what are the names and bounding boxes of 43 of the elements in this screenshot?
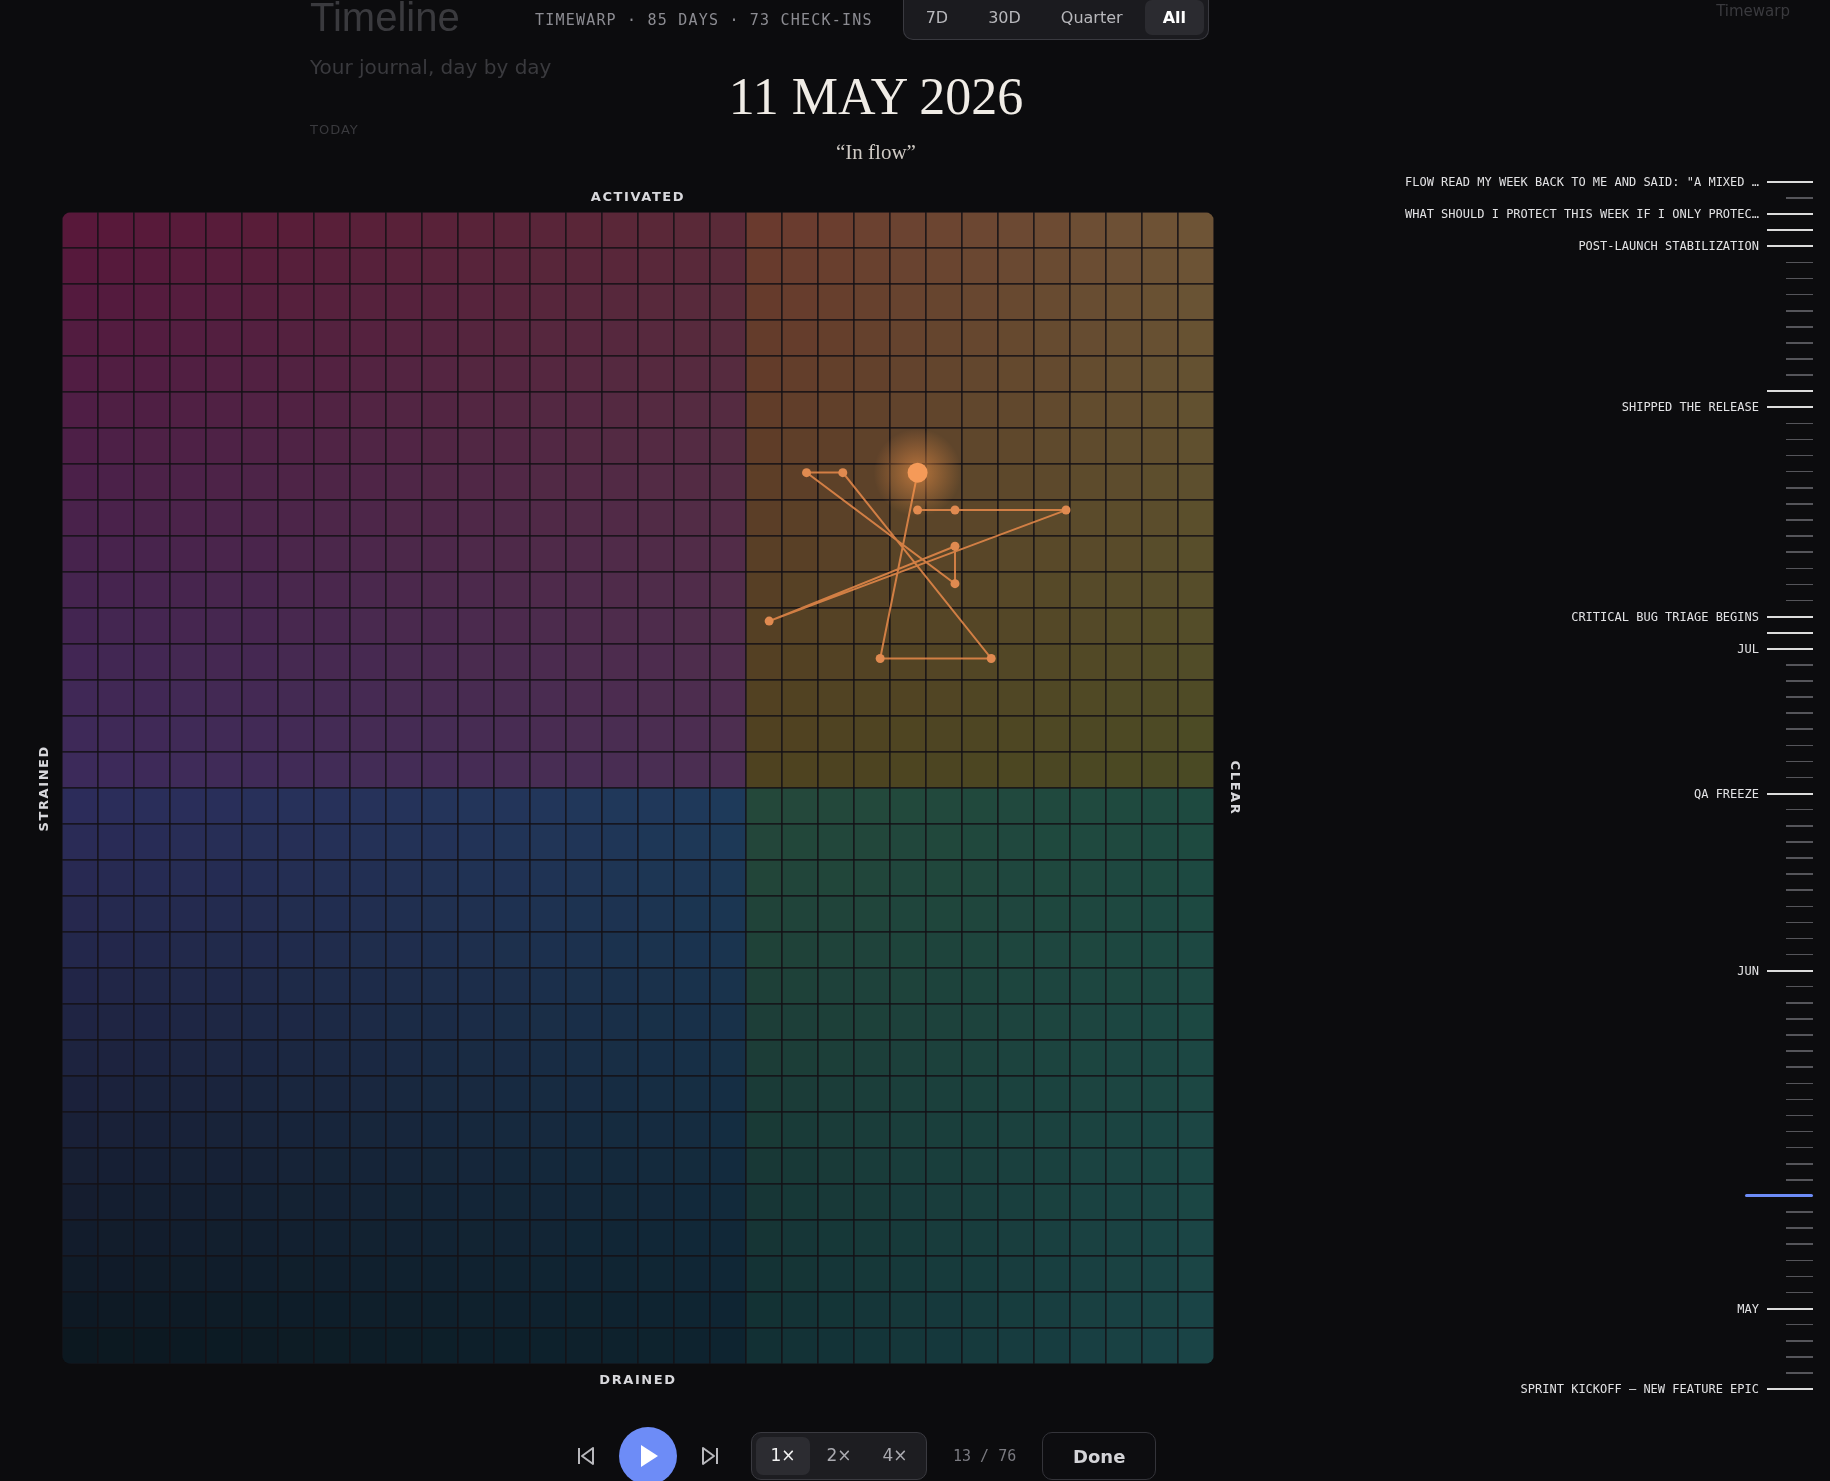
timeline-tick[interactable] <box>1767 229 1813 232</box>
stats-summary: TIMEWARP · 85 DAYS · 73 CHECK-INS <box>535 9 873 31</box>
axis-label: ACTIVATED <box>589 188 687 206</box>
timeline-tick[interactable] <box>1767 1388 1813 1391</box>
axis-label: CLEAR <box>1227 760 1245 816</box>
range-tab[interactable]: All <box>1144 0 1204 35</box>
timeline-label: JUL <box>1737 641 1759 656</box>
timeline-label: QA FREEZE <box>1693 786 1759 801</box>
timeline-label: WHAT SHOULD I PROTECT THIS WEEK IF I ONLY PROTEC… <box>1405 207 1759 222</box>
timeline-tick[interactable] <box>1767 181 1813 184</box>
axis-label: DRAINED <box>598 1371 678 1389</box>
timeline-tick[interactable] <box>1767 213 1813 216</box>
timeline-label: SHIPPED THE RELEASE <box>1621 400 1759 415</box>
timeline-tick[interactable] <box>1767 631 1813 634</box>
axis-label: STRAINED <box>35 744 52 832</box>
range-tab[interactable]: 30D <box>970 0 1039 35</box>
timeline-label: CRITICAL BUG TRIAGE BEGINS <box>1571 609 1759 624</box>
skip-back-icon[interactable] <box>575 1445 597 1467</box>
timeline-label: JUN <box>1737 963 1759 978</box>
skip-forward-icon[interactable] <box>699 1445 721 1467</box>
timeline-label: MAY <box>1737 1301 1759 1316</box>
done-button[interactable]: Done <box>1042 1432 1157 1480</box>
timeline-tick[interactable] <box>1767 245 1813 248</box>
timeline-tick[interactable] <box>1767 792 1813 795</box>
speed-option[interactable]: 2× <box>812 1437 866 1475</box>
play-button[interactable] <box>619 1427 677 1481</box>
timeline-tick[interactable] <box>1767 406 1813 409</box>
entry-counter: 13 / 76 <box>953 1445 1017 1467</box>
timeline-tick[interactable] <box>1767 615 1813 618</box>
speed-option[interactable]: 4× <box>868 1437 922 1475</box>
range-tab[interactable]: 7D <box>907 0 967 35</box>
mood-quote: “In flow” <box>836 139 916 166</box>
date-title: 11 MAY 2026 <box>728 68 1024 126</box>
current-position-marker[interactable] <box>1745 1194 1813 1198</box>
timeline-tick[interactable] <box>1767 969 1813 972</box>
timeline-label: POST-LAUNCH STABILIZATION <box>1578 239 1759 254</box>
timeline-label: FLOW READ MY WEEK BACK TO ME AND SAID: "A MIXED … <box>1405 175 1759 190</box>
timeline-tick[interactable] <box>1767 647 1813 650</box>
range-tab[interactable]: Quarter <box>1042 0 1141 35</box>
timeline-label: SPRINT KICKOFF — NEW FEATURE EPIC <box>1520 1382 1759 1397</box>
timeline-tick[interactable] <box>1767 1307 1813 1310</box>
timeline-tick[interactable] <box>1767 390 1813 393</box>
speed-option[interactable]: 1× <box>756 1437 810 1475</box>
